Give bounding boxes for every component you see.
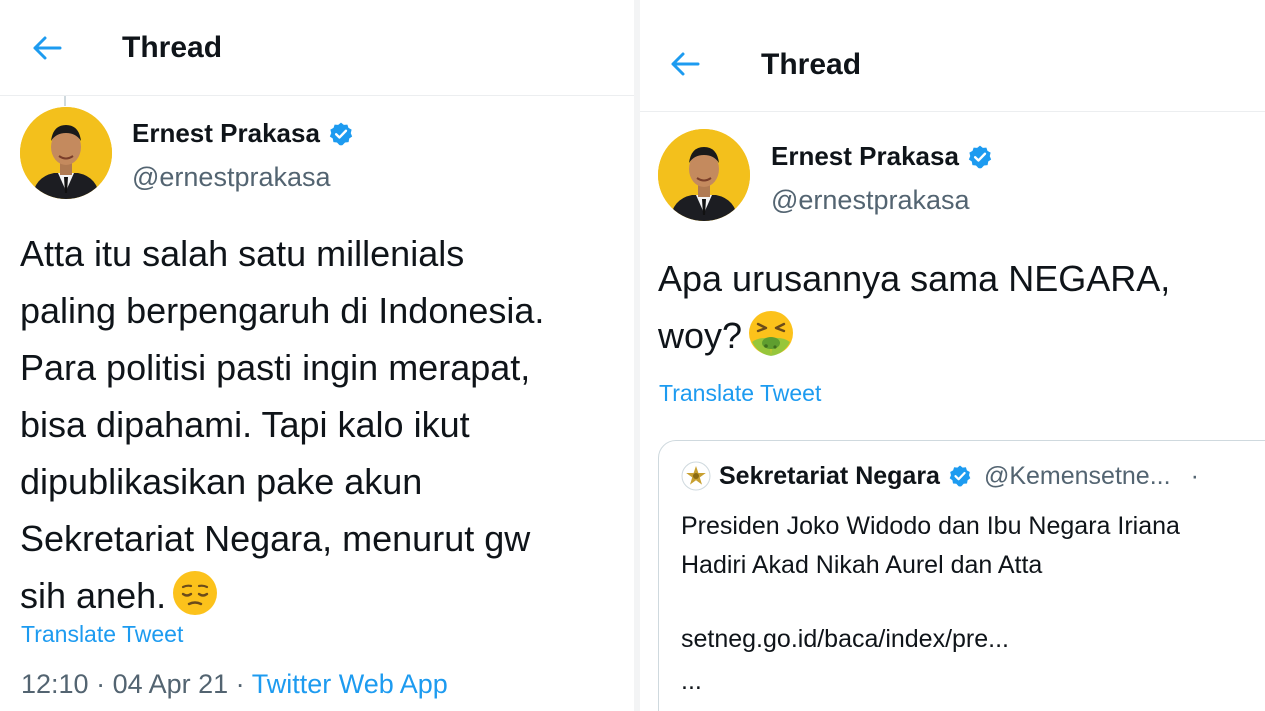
tweet-line: Apa urusannya sama NEGARA, [658,258,1171,299]
tweet-line: dipublikasikan pake akun [20,461,423,502]
meta-separator: · [88,669,113,699]
quoted-tweet-text: Presiden Joko Widodo dan Ibu Negara Iria… [681,507,1265,585]
back-arrow-icon [33,36,62,60]
tweet-metadata: 12:10 · 04 Apr 21 · Twitter Web App [21,669,448,700]
author-name-row[interactable]: Ernest Prakasa [771,141,993,172]
quoted-author-handle: @Kemensetne... [983,461,1171,490]
tweet-source-link[interactable]: Twitter Web App [252,669,448,699]
quoted-line: Hadiri Akad Nikah Aurel dan Atta [681,551,1043,579]
left-thread-panel: Thread Ernest Prakasa @ernestprakasa Att… [0,0,634,711]
avatar[interactable] [658,129,750,221]
meta-separator: · [1190,461,1199,490]
tweet-line: bisa dipahami. Tapi kalo ikut [20,404,470,445]
verified-badge-icon [968,145,992,168]
tweet-line: paling berpengaruh di Indonesia. [20,290,545,331]
quoted-author-name: Sekretariat Negara [719,461,940,490]
back-button[interactable] [668,47,702,81]
tweet-line: Sekretariat Negara, menurut gw [20,518,531,559]
thread-header: Thread [0,0,634,96]
quoted-line: Presiden Joko Widodo dan Ibu Negara Iria… [681,512,1180,540]
author-handle[interactable]: @ernestprakasa [771,185,970,216]
author-name-row[interactable]: Ernest Prakasa [132,118,354,149]
page-title: Thread [761,48,862,81]
tweet-time: 12:10 [21,669,89,699]
page-title: Thread [122,31,223,64]
author-name: Ernest Prakasa [771,141,959,171]
meta-separator: · [228,669,252,699]
tweet-line: Atta itu salah satu millenials [20,233,465,274]
thread-connector [64,96,66,106]
tweet-line: woy? [658,315,743,356]
back-button[interactable] [30,31,64,65]
quoted-tweet-ellipsis: ... [681,667,702,695]
quoted-tweet-link[interactable]: setneg.go.id/baca/index/pre... [681,625,1009,654]
tweet-last-line: woy? [658,307,1258,372]
author-handle[interactable]: @ernestprakasa [132,162,331,193]
avatar[interactable] [20,107,112,199]
tweet-line: Para politisi pasti ingin merapat, [20,347,531,388]
tweet-date[interactable]: 04 Apr 21 [113,669,229,699]
thread-header: Thread [640,18,1265,112]
right-thread-panel: Thread Ernest Prakasa @ernestprakasa Apa… [640,0,1265,711]
translate-tweet-link[interactable]: Translate Tweet [659,380,821,407]
back-arrow-icon [671,52,700,76]
nauseated-face-icon [748,310,794,372]
avatar-portrait-icon [20,107,112,199]
tweet-text: Atta itu salah satu millenials paling be… [20,225,632,632]
tweet-line: sih aneh. [20,575,167,616]
quoted-tweet-card[interactable]: Sekretariat Negara @Kemensetne... · Pres… [658,440,1265,711]
tweet-text: Apa urusannya sama NEGARA, woy? [658,250,1258,372]
avatar-portrait-icon [658,129,750,221]
garuda-emblem-icon [681,461,711,491]
verified-badge-icon [329,122,353,145]
verified-badge-icon [949,465,971,487]
quoted-tweet-header: Sekretariat Negara @Kemensetne... · [681,461,1199,491]
author-name: Ernest Prakasa [132,118,320,148]
translate-tweet-link[interactable]: Translate Tweet [21,621,183,648]
